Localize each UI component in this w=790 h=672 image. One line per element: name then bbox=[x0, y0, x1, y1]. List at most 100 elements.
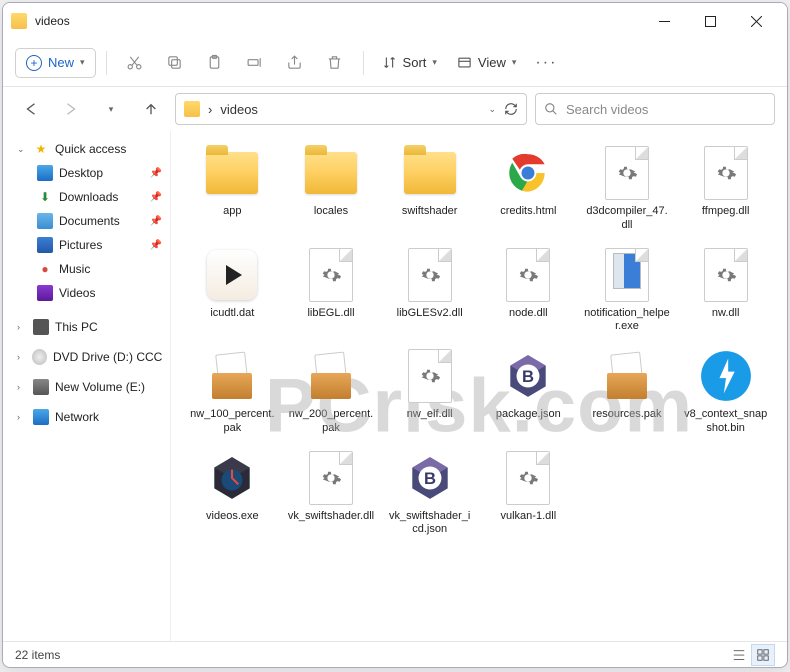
file-item[interactable]: node.dll bbox=[481, 243, 576, 339]
close-button[interactable] bbox=[733, 5, 779, 37]
file-icon bbox=[500, 450, 556, 506]
file-item[interactable]: ffmpeg.dll bbox=[678, 141, 773, 237]
view-button[interactable]: View ▾ bbox=[449, 49, 524, 76]
file-item[interactable]: Bpackage.json bbox=[481, 344, 576, 440]
sidebar-item-pictures[interactable]: Pictures📌 bbox=[3, 233, 170, 257]
pin-icon: 📌 bbox=[150, 168, 162, 179]
file-item[interactable]: nw_elf.dll bbox=[382, 344, 477, 440]
file-item[interactable]: libGLESv2.dll bbox=[382, 243, 477, 339]
sidebar-item-desktop[interactable]: Desktop📌 bbox=[3, 161, 170, 185]
svg-text:B: B bbox=[424, 469, 436, 488]
file-icon bbox=[698, 348, 754, 404]
pictures-icon bbox=[37, 237, 53, 253]
details-view-button[interactable] bbox=[727, 644, 751, 666]
file-label: videos.exe bbox=[206, 510, 259, 524]
copy-button[interactable] bbox=[157, 45, 193, 81]
file-item[interactable]: resources.pak bbox=[580, 344, 675, 440]
file-icon: B bbox=[402, 450, 458, 506]
downloads-icon: ⬇ bbox=[37, 189, 53, 205]
file-icon bbox=[303, 450, 359, 506]
file-icon bbox=[599, 247, 655, 303]
forward-button[interactable] bbox=[55, 93, 87, 125]
recent-button[interactable]: ▾ bbox=[95, 93, 127, 125]
file-item[interactable]: videos.exe bbox=[185, 446, 280, 542]
file-label: vk_swiftshader_icd.json bbox=[386, 510, 473, 538]
separator bbox=[106, 51, 107, 75]
sidebar-dvd[interactable]: ›DVD Drive (D:) CCCC bbox=[3, 345, 170, 369]
file-item[interactable]: icudtl.dat bbox=[185, 243, 280, 339]
documents-icon bbox=[37, 213, 53, 229]
file-item[interactable]: nw_200_percent.pak bbox=[284, 344, 379, 440]
quick-access-label: Quick access bbox=[55, 142, 126, 156]
file-item[interactable]: Bvk_swiftshader_icd.json bbox=[382, 446, 477, 542]
file-label: nw.dll bbox=[712, 307, 740, 321]
chevron-right-icon: › bbox=[17, 412, 27, 422]
file-label: vk_swiftshader.dll bbox=[288, 510, 374, 524]
file-item[interactable]: v8_context_snapshot.bin bbox=[678, 344, 773, 440]
icons-view-button[interactable] bbox=[751, 644, 775, 666]
file-item[interactable]: notification_helper.exe bbox=[580, 243, 675, 339]
file-item[interactable]: nw_100_percent.pak bbox=[185, 344, 280, 440]
sidebar-item-music[interactable]: ●Music bbox=[3, 257, 170, 281]
rename-button[interactable] bbox=[237, 45, 273, 81]
chevron-right-icon: › bbox=[17, 382, 27, 392]
file-item[interactable]: vk_swiftshader.dll bbox=[284, 446, 379, 542]
sort-label: Sort bbox=[403, 55, 427, 70]
chevron-down-icon: ▾ bbox=[512, 57, 517, 68]
address-bar[interactable]: › videos ⌄ bbox=[175, 93, 527, 125]
sidebar-new-volume[interactable]: ›New Volume (E:) bbox=[3, 375, 170, 399]
cut-button[interactable] bbox=[117, 45, 153, 81]
delete-button[interactable] bbox=[317, 45, 353, 81]
file-label: v8_context_snapshot.bin bbox=[682, 408, 769, 436]
sidebar-quick-access[interactable]: ⌄ ★ Quick access bbox=[3, 137, 170, 161]
plus-icon: + bbox=[26, 55, 42, 71]
file-label: icudtl.dat bbox=[210, 307, 254, 321]
file-icon bbox=[698, 247, 754, 303]
file-icon bbox=[303, 145, 359, 201]
sidebar-this-pc[interactable]: ›This PC bbox=[3, 315, 170, 339]
search-input[interactable]: Search videos bbox=[535, 93, 775, 125]
file-item[interactable]: locales bbox=[284, 141, 379, 237]
file-icon bbox=[698, 145, 754, 201]
new-button[interactable]: + New ▾ bbox=[15, 48, 96, 78]
file-item[interactable]: nw.dll bbox=[678, 243, 773, 339]
sort-button[interactable]: Sort ▾ bbox=[374, 49, 445, 76]
file-item[interactable]: vulkan-1.dll bbox=[481, 446, 576, 542]
up-button[interactable] bbox=[135, 93, 167, 125]
sidebar-network[interactable]: ›Network bbox=[3, 405, 170, 429]
sidebar-item-videos[interactable]: Videos bbox=[3, 281, 170, 305]
chevron-down-icon: ▾ bbox=[432, 57, 437, 68]
pin-icon: 📌 bbox=[150, 240, 162, 251]
refresh-icon[interactable] bbox=[504, 102, 518, 116]
separator bbox=[363, 51, 364, 75]
chevron-right-icon: › bbox=[17, 322, 27, 332]
sidebar-item-downloads[interactable]: ⬇Downloads📌 bbox=[3, 185, 170, 209]
file-item[interactable]: app bbox=[185, 141, 280, 237]
file-icon: B bbox=[500, 348, 556, 404]
sort-icon bbox=[382, 55, 397, 70]
file-item[interactable]: d3dcompiler_47.dll bbox=[580, 141, 675, 237]
search-icon bbox=[544, 102, 558, 116]
files-grid[interactable]: PCrisk.com applocalesswiftshadercredits.… bbox=[171, 131, 787, 641]
file-item[interactable]: swiftshader bbox=[382, 141, 477, 237]
file-icon bbox=[303, 348, 359, 404]
file-label: locales bbox=[314, 205, 348, 219]
maximize-button[interactable] bbox=[687, 5, 733, 37]
chevron-down-icon[interactable]: ⌄ bbox=[488, 104, 496, 115]
search-placeholder: Search videos bbox=[566, 102, 648, 117]
sidebar-item-documents[interactable]: Documents📌 bbox=[3, 209, 170, 233]
file-item[interactable]: credits.html bbox=[481, 141, 576, 237]
more-button[interactable]: ··· bbox=[528, 45, 564, 81]
file-label: notification_helper.exe bbox=[584, 307, 671, 335]
minimize-button[interactable] bbox=[641, 5, 687, 37]
paste-button[interactable] bbox=[197, 45, 233, 81]
file-icon bbox=[599, 348, 655, 404]
share-button[interactable] bbox=[277, 45, 313, 81]
folder-icon bbox=[184, 101, 200, 117]
status-bar: 22 items bbox=[3, 641, 787, 667]
chevron-right-icon: › bbox=[17, 352, 26, 362]
breadcrumb-sep: › bbox=[208, 102, 212, 117]
file-item[interactable]: libEGL.dll bbox=[284, 243, 379, 339]
back-button[interactable] bbox=[15, 93, 47, 125]
file-icon bbox=[402, 348, 458, 404]
